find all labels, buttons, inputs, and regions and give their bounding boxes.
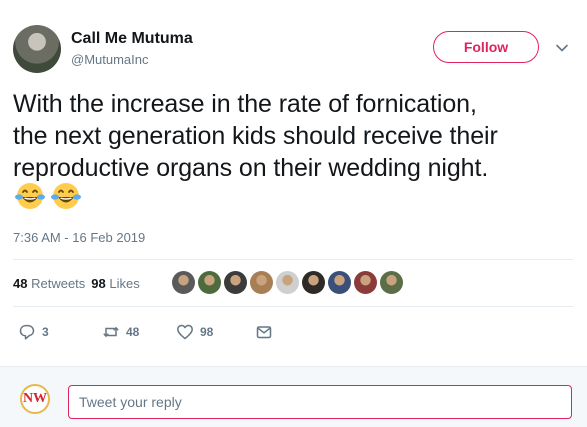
- tweet-stats: 48 Retweets 98 Likes: [13, 276, 140, 291]
- tweet-text: With the increase in the rate of fornica…: [13, 88, 578, 184]
- liker-avatar[interactable]: [198, 271, 221, 294]
- tweet-card: Call Me Mutuma @MutumaInc Follow With th…: [0, 0, 587, 366]
- direct-message-action[interactable]: [255, 323, 273, 341]
- retweet-icon: [103, 326, 119, 338]
- divider: [13, 306, 573, 307]
- liker-avatar[interactable]: [302, 271, 325, 294]
- liker-avatar[interactable]: [354, 271, 377, 294]
- retweet-count: 48: [126, 325, 140, 339]
- reply-count: 3: [42, 325, 49, 339]
- reply-action[interactable]: 3: [18, 323, 49, 341]
- reply-icon: [19, 324, 35, 340]
- tweet-text-line: With the increase in the rate of fornica…: [13, 90, 477, 118]
- author-name[interactable]: Call Me Mutuma: [71, 30, 193, 48]
- retweet-action[interactable]: 48: [102, 323, 139, 341]
- author-avatar[interactable]: [13, 25, 61, 73]
- likes-count: 98: [91, 276, 106, 291]
- tweet-text-line: the next generation kids should receive …: [13, 122, 498, 150]
- tweet-text-line: reproductive organs on their wedding nig…: [13, 154, 489, 182]
- liker-avatar[interactable]: [276, 271, 299, 294]
- liker-avatar[interactable]: [172, 271, 195, 294]
- author-handle[interactable]: @MutumaInc: [71, 52, 149, 67]
- reply-input[interactable]: [68, 385, 572, 419]
- face-with-tears-of-joy-icon: [51, 183, 81, 209]
- retweets-count: 48: [13, 276, 28, 291]
- liker-avatar[interactable]: [224, 271, 247, 294]
- face-with-tears-of-joy-icon: [15, 183, 45, 209]
- like-action[interactable]: 98: [176, 323, 213, 341]
- like-count: 98: [200, 325, 214, 339]
- follow-button[interactable]: Follow: [433, 31, 539, 63]
- heart-icon: [177, 324, 193, 340]
- liker-avatar[interactable]: [380, 271, 403, 294]
- liker-avatar[interactable]: [250, 271, 273, 294]
- likes-stat[interactable]: 98 Likes: [91, 276, 139, 291]
- chevron-down-icon[interactable]: [555, 41, 569, 55]
- liker-avatars: [172, 271, 403, 294]
- likes-label: Likes: [109, 276, 140, 291]
- retweets-label: Retweets: [31, 276, 86, 291]
- envelope-icon: [256, 326, 272, 339]
- liker-avatar[interactable]: [328, 271, 351, 294]
- retweets-stat[interactable]: 48 Retweets: [13, 276, 85, 291]
- user-avatar[interactable]: NW: [20, 384, 50, 414]
- divider: [13, 259, 573, 260]
- tweet-timestamp[interactable]: 7:36 AM - 16 Feb 2019: [13, 230, 145, 245]
- reply-bar: NW: [0, 366, 587, 427]
- emoji-row: [14, 180, 82, 212]
